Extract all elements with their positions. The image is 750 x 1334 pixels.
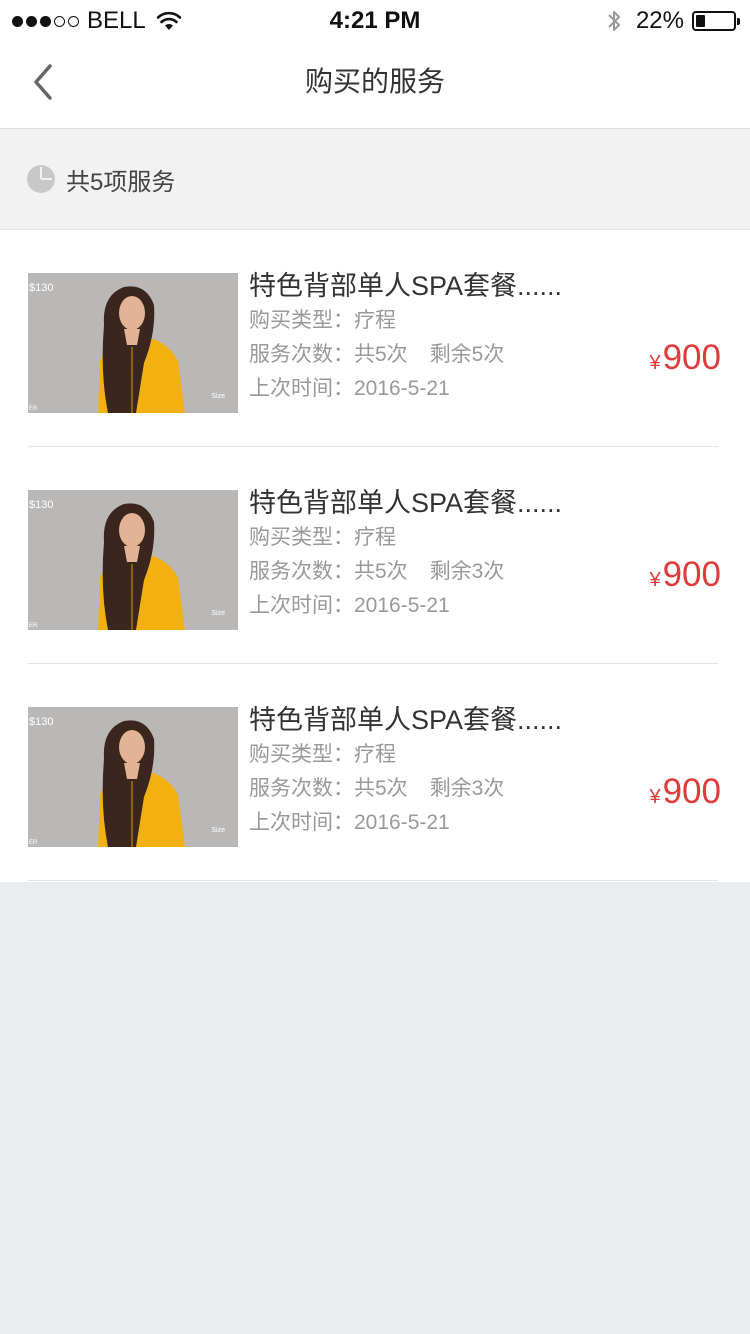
- service-thumbnail: $130 Size ER: [28, 707, 238, 847]
- currency-symbol: ¥: [649, 352, 661, 374]
- price-value: 900: [662, 338, 721, 377]
- purchase-type-value: 疗程: [354, 309, 396, 332]
- status-right: 22%: [606, 6, 740, 36]
- thumb-price-text: $130: [29, 716, 54, 728]
- service-count-remaining: 剩余3次: [429, 560, 505, 583]
- service-info: 特色背部单人SPA套餐...... 购买类型：疗程 服务次数：共5次 剩余3次 上…: [249, 485, 562, 623]
- thumb-size-text: Size: [211, 827, 225, 834]
- thumb-er-text: ER: [29, 406, 38, 412]
- battery-level: [696, 15, 705, 27]
- service-title: 特色背部单人SPA套餐......: [249, 705, 563, 735]
- purchase-type-line: 购买类型：疗程: [249, 304, 562, 338]
- bluetooth-icon: [608, 11, 620, 31]
- service-count-line: 服务次数：共5次 剩余3次: [249, 772, 562, 806]
- service-count-total: 共5次: [354, 343, 408, 366]
- thumb-price-text: $130: [29, 499, 54, 511]
- last-time-line: 上次时间：2016-5-21: [249, 372, 562, 406]
- service-info: 特色背部单人SPA套餐...... 购买类型：疗程 服务次数：共5次 剩余3次 上…: [249, 702, 562, 840]
- last-time-label: 上次时间：: [249, 811, 354, 834]
- service-thumbnail: $130 Size ER: [28, 490, 238, 630]
- status-bar: BELL 4:21 PM 22%: [0, 0, 750, 42]
- price-value: 900: [662, 772, 721, 811]
- purchase-type-label: 购买类型：: [249, 743, 354, 766]
- battery-percent: 22%: [635, 7, 684, 34]
- thumb-er-text: ER: [29, 623, 38, 629]
- last-time-label: 上次时间：: [249, 377, 354, 400]
- last-time-value: 2016-5-21: [354, 811, 450, 834]
- purchase-type-line: 购买类型：疗程: [249, 738, 562, 772]
- battery-icon: [692, 11, 740, 31]
- price-value: 900: [662, 555, 721, 594]
- nav-bar: 购买的服务: [0, 42, 750, 129]
- currency-symbol: ¥: [649, 569, 661, 591]
- service-count-label: 服务次数：: [249, 777, 354, 800]
- battery-nub: [737, 18, 740, 25]
- service-count-remaining: 剩余5次: [429, 343, 505, 366]
- last-time-value: 2016-5-21: [354, 377, 450, 400]
- purchase-type-label: 购买类型：: [249, 526, 354, 549]
- service-item[interactable]: $130 Size ER 特色背部单人SPA套餐...... 购买类型：疗程 服…: [28, 447, 721, 664]
- service-item[interactable]: $130 Size ER 特色背部单人SPA套餐...... 购买类型：疗程 服…: [28, 230, 721, 447]
- service-price: ¥900: [649, 772, 721, 817]
- service-count-line: 服务次数：共5次 剩余5次: [249, 338, 562, 372]
- service-count-label: 服务次数：: [249, 560, 354, 583]
- service-title: 特色背部单人SPA套餐......: [249, 271, 563, 301]
- thumb-size-text: Size: [211, 610, 225, 617]
- purchase-type-value: 疗程: [354, 526, 396, 549]
- model-photo: [28, 707, 238, 847]
- service-price: ¥900: [649, 555, 721, 600]
- thumb-price-text: $130: [29, 282, 54, 294]
- last-time-label: 上次时间：: [249, 594, 354, 617]
- thumb-er-text: ER: [29, 840, 38, 846]
- service-title: 特色背部单人SPA套餐......: [249, 488, 563, 518]
- last-time-value: 2016-5-21: [354, 594, 450, 617]
- currency-symbol: ¥: [649, 786, 661, 808]
- service-count-total: 共5次: [354, 560, 408, 583]
- service-item[interactable]: $130 Size ER 特色背部单人SPA套餐...... 购买类型：疗程 服…: [28, 664, 721, 881]
- model-photo: [28, 273, 238, 413]
- summary-count-text: 共5项服务: [66, 168, 176, 196]
- service-count-remaining: 剩余3次: [429, 777, 505, 800]
- purchase-type-value: 疗程: [354, 743, 396, 766]
- service-price: ¥900: [649, 338, 721, 383]
- last-time-line: 上次时间：2016-5-21: [249, 806, 562, 840]
- service-count-total: 共5次: [354, 777, 408, 800]
- service-thumbnail: $130 Size ER: [28, 273, 238, 413]
- purchase-type-label: 购买类型：: [249, 309, 354, 332]
- pie-chart-icon: [27, 165, 55, 193]
- last-time-line: 上次时间：2016-5-21: [249, 589, 562, 623]
- service-count-line: 服务次数：共5次 剩余3次: [249, 555, 562, 589]
- purchase-type-line: 购买类型：疗程: [249, 521, 562, 555]
- summary-bar: 共5项服务: [0, 129, 750, 230]
- page-title: 购买的服务: [304, 66, 445, 97]
- service-count-label: 服务次数：: [249, 343, 354, 366]
- thumb-size-text: Size: [211, 393, 225, 400]
- service-list: $130 Size ER 特色背部单人SPA套餐...... 购买类型：疗程 服…: [0, 230, 750, 882]
- model-photo: [28, 490, 238, 630]
- service-info: 特色背部单人SPA套餐...... 购买类型：疗程 服务次数：共5次 剩余5次 上…: [249, 268, 562, 406]
